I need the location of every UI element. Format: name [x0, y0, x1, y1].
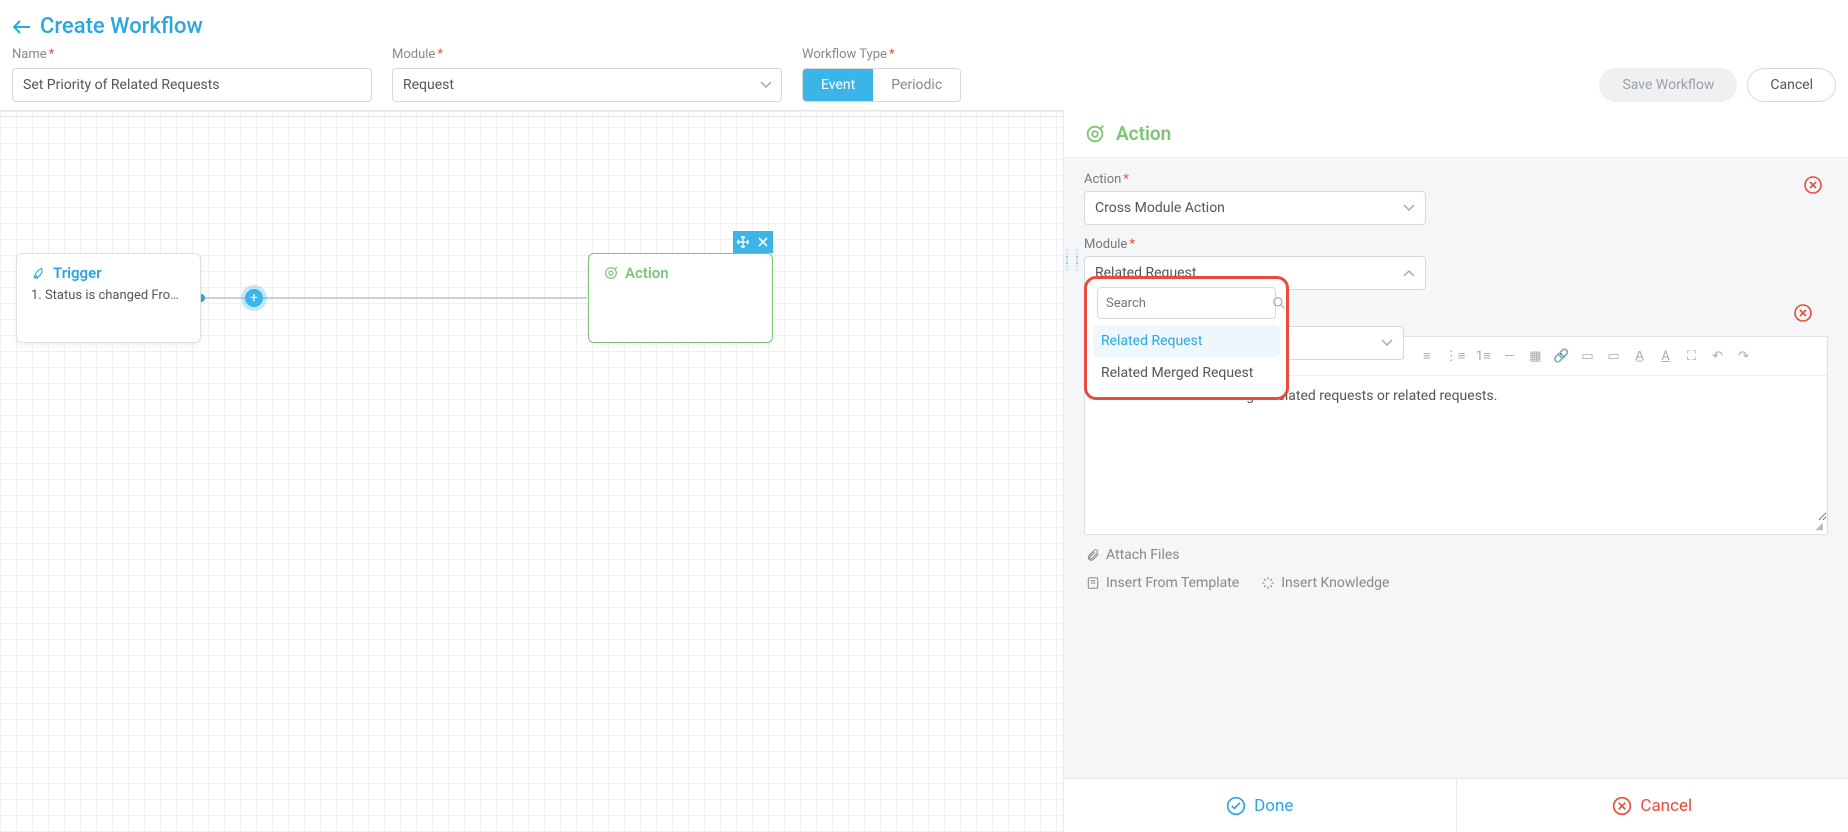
workflow-type-segmented: Event Periodic — [802, 68, 961, 102]
cancel-button[interactable]: Cancel — [1747, 68, 1836, 102]
redo-icon[interactable]: ↷ — [1736, 349, 1752, 364]
module-field-label: Module* — [1084, 237, 1426, 252]
wftype-event[interactable]: Event — [803, 69, 873, 101]
module-dropdown: Related Request Related Merged Request — [1084, 276, 1289, 400]
name-label: Name* — [12, 47, 372, 62]
wftype-label: Workflow Type* — [802, 47, 961, 62]
close-circle-icon[interactable] — [1804, 176, 1822, 194]
add-node-button[interactable]: + — [245, 289, 263, 307]
name-input[interactable] — [12, 68, 372, 102]
trigger-title: Trigger — [53, 264, 102, 282]
dropdown-item-related-request[interactable]: Related Request — [1093, 325, 1280, 357]
close-circle-icon[interactable] — [1794, 304, 1812, 322]
chevron-up-icon — [1403, 269, 1415, 277]
insert-from-template-link[interactable]: Insert From Template — [1086, 575, 1239, 591]
resize-handle-icon[interactable]: ◢ — [1085, 521, 1827, 534]
dropdown-search-input[interactable] — [1106, 296, 1272, 311]
list-number-icon[interactable]: 1≡ — [1475, 348, 1491, 364]
hr-icon[interactable]: — — [1501, 349, 1517, 364]
insert-knowledge-link[interactable]: Insert Knowledge — [1261, 575, 1389, 591]
font-format-icon[interactable]: A̲ — [1632, 348, 1648, 364]
chevron-down-icon — [760, 81, 772, 89]
chevron-down-icon — [1403, 204, 1415, 212]
table-icon[interactable]: ▦ — [1527, 349, 1543, 364]
trigger-body: 1. Status is changed From An... — [31, 288, 186, 303]
action-node[interactable]: Action — [588, 253, 773, 343]
image-icon[interactable]: ▭ — [1606, 349, 1622, 364]
template-icon — [1086, 576, 1100, 590]
save-workflow-button[interactable]: Save Workflow — [1599, 68, 1737, 102]
drag-handle-icon[interactable]: ⋮⋮⋮⋮⋮⋮ — [1064, 252, 1082, 270]
attach-files-link[interactable]: Attach Files — [1086, 547, 1180, 563]
back-arrow-icon[interactable] — [12, 17, 32, 37]
dropdown-item-related-merged-request[interactable]: Related Merged Request — [1093, 357, 1280, 389]
footer-cancel-button[interactable]: Cancel — [1457, 779, 1848, 832]
video-icon[interactable]: ▭ — [1580, 349, 1596, 364]
chevron-down-icon — [1381, 339, 1393, 347]
close-icon[interactable] — [753, 231, 773, 253]
fullscreen-icon[interactable]: ⛶ — [1684, 349, 1700, 364]
wftype-periodic[interactable]: Periodic — [873, 69, 960, 101]
action-icon — [1084, 123, 1106, 145]
page-title: Create Workflow — [40, 14, 203, 39]
module-select[interactable] — [392, 68, 782, 102]
text-color-icon[interactable]: A — [1658, 349, 1674, 364]
module-label: Module* — [392, 47, 782, 62]
action-icon — [603, 265, 619, 281]
paperclip-icon — [1086, 548, 1100, 562]
search-icon — [1272, 296, 1286, 310]
action-select[interactable]: Cross Module Action — [1084, 191, 1426, 225]
list-bullet-icon[interactable]: ⋮≡ — [1445, 348, 1466, 364]
trigger-node[interactable]: Trigger 1. Status is changed From An... — [16, 253, 201, 343]
align-justify-icon[interactable]: ≡ — [1419, 348, 1435, 364]
action-field-label: Action* — [1084, 172, 1426, 187]
link-icon[interactable]: 🔗 — [1553, 349, 1569, 364]
done-button[interactable]: Done — [1064, 779, 1457, 832]
panel-title: Action — [1116, 122, 1171, 145]
action-node-title: Action — [625, 264, 669, 282]
rocket-icon — [31, 265, 47, 281]
undo-icon[interactable]: ↶ — [1710, 349, 1726, 364]
node-mini-toolbar — [733, 231, 773, 253]
move-icon[interactable] — [733, 231, 753, 253]
sparkle-icon — [1261, 576, 1275, 590]
